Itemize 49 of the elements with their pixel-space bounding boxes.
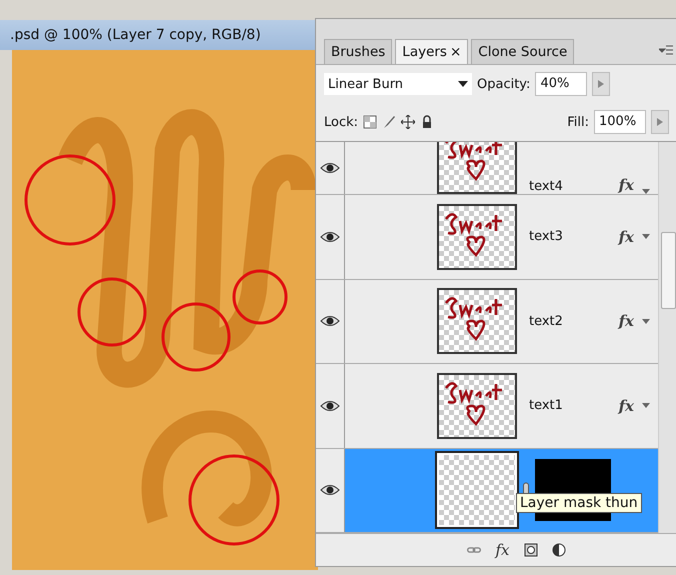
opacity-slider-button[interactable]	[592, 72, 610, 96]
caret-icon[interactable]	[642, 318, 650, 324]
add-style-button[interactable]: fx	[495, 541, 510, 559]
brush-icon[interactable]	[382, 115, 396, 129]
caret-icon[interactable]	[642, 234, 650, 240]
tooltip: Layer mask thun	[516, 492, 642, 512]
adjustment-icon[interactable]	[552, 543, 566, 557]
layer-row[interactable]: text2 fx	[316, 280, 658, 364]
scrollbar[interactable]	[658, 142, 676, 533]
document-title: .psd @ 100% (Layer 7 copy, RGB/8)	[0, 20, 318, 50]
layer-row[interactable]: text1 fx	[316, 364, 658, 448]
opacity-label: Opacity:	[477, 76, 530, 92]
fill-label: Fill:	[567, 114, 589, 130]
fill-slider-button[interactable]	[651, 110, 669, 134]
move-icon[interactable]	[401, 115, 416, 129]
caret-icon[interactable]	[642, 403, 650, 408]
annotation-circle	[162, 302, 230, 372]
layer-name[interactable]: text3	[529, 229, 563, 244]
layer-effects-icon[interactable]: fx	[618, 228, 634, 246]
layer-row[interactable]: text4 fx	[316, 142, 658, 195]
layer-name[interactable]: text2	[529, 314, 563, 329]
eye-icon[interactable]	[320, 314, 340, 328]
triangle-icon	[657, 118, 663, 126]
mask-icon[interactable]	[524, 543, 538, 557]
layer-row[interactable]: text3 fx	[316, 195, 658, 280]
layer-name[interactable]: text1	[529, 398, 563, 414]
checkerboard-icon[interactable]	[363, 115, 378, 129]
layer-row[interactable]: Layer mask thun	[316, 448, 658, 533]
triangle-icon	[598, 80, 604, 88]
panel-tab[interactable]: Clone Source	[471, 39, 574, 64]
lock-label: Lock:	[324, 114, 358, 130]
fill-field[interactable]: 100%	[594, 110, 646, 134]
layer-effects-icon[interactable]: fx	[618, 176, 634, 194]
layer-effects-icon[interactable]: fx	[618, 396, 634, 415]
panel-tab[interactable]: Layers ×	[395, 39, 468, 64]
opacity-field[interactable]: 40%	[535, 72, 588, 96]
layer-effects-icon[interactable]: fx	[618, 312, 634, 330]
eye-icon[interactable]	[320, 398, 340, 413]
caret-icon	[458, 81, 468, 87]
eye-icon[interactable]	[320, 483, 340, 498]
layer-name[interactable]: text4	[529, 179, 563, 194]
annotation-circle	[78, 278, 146, 346]
panel-menu-icon[interactable]	[659, 44, 673, 54]
annotation-circle	[232, 270, 288, 324]
close-icon[interactable]: ×	[450, 44, 462, 60]
blend-mode-dropdown[interactable]: Linear Burn	[324, 73, 472, 95]
eye-icon[interactable]	[320, 230, 340, 244]
eye-icon[interactable]	[320, 161, 340, 175]
panel-tab[interactable]: Brushes	[324, 39, 392, 64]
